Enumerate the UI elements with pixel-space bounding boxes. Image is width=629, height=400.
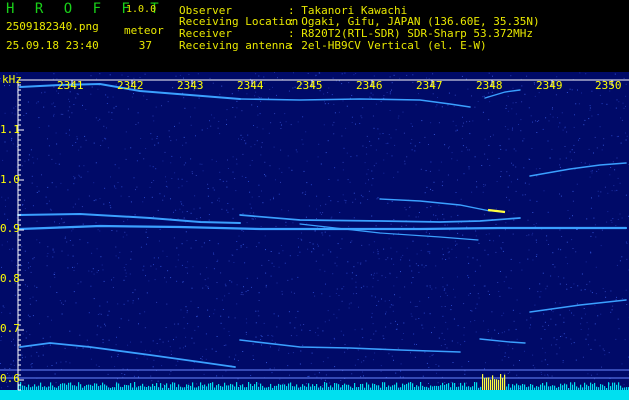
frequency-label: 0.6 [0,372,20,385]
time-label: 2345 [296,79,323,92]
antenna-label: Receiving antenna [179,39,292,52]
time-label: 2343 [177,79,204,92]
time-label: 2342 [117,79,144,92]
time-label: 2341 [57,79,84,92]
header-panel: H R O F F T 1.0.0 2509182340.png meteor … [0,0,629,72]
frequency-label: 1.0 [0,173,20,186]
frequency-label: 1.1 [0,123,20,136]
meteor-count-label: meteor [124,24,164,37]
noise-band [0,390,629,400]
spectrogram: kHz 2341 2342 2343 2344 2345 2346 2347 2… [0,72,629,400]
time-label: 2346 [356,79,383,92]
antenna-value: : 2el-HB9CV Vertical (el. E-W) [288,39,487,52]
frequency-unit-label: kHz [2,73,22,86]
meteor-count-value: 37 [138,39,152,52]
time-label: 2348 [476,79,503,92]
frequency-label: 0.9 [0,222,20,235]
spectrogram-background [0,72,629,400]
app-version: 1.0.0 [126,4,157,15]
time-label: 2349 [536,79,563,92]
frequency-label: 0.8 [0,272,20,285]
time-label: 2347 [416,79,443,92]
frequency-label: 0.7 [0,322,20,335]
image-filename: 2509182340.png [6,20,99,33]
time-label: 2344 [237,79,264,92]
time-label: 2350 [595,79,622,92]
observation-datetime: 25.09.18 23:40 [6,39,99,52]
